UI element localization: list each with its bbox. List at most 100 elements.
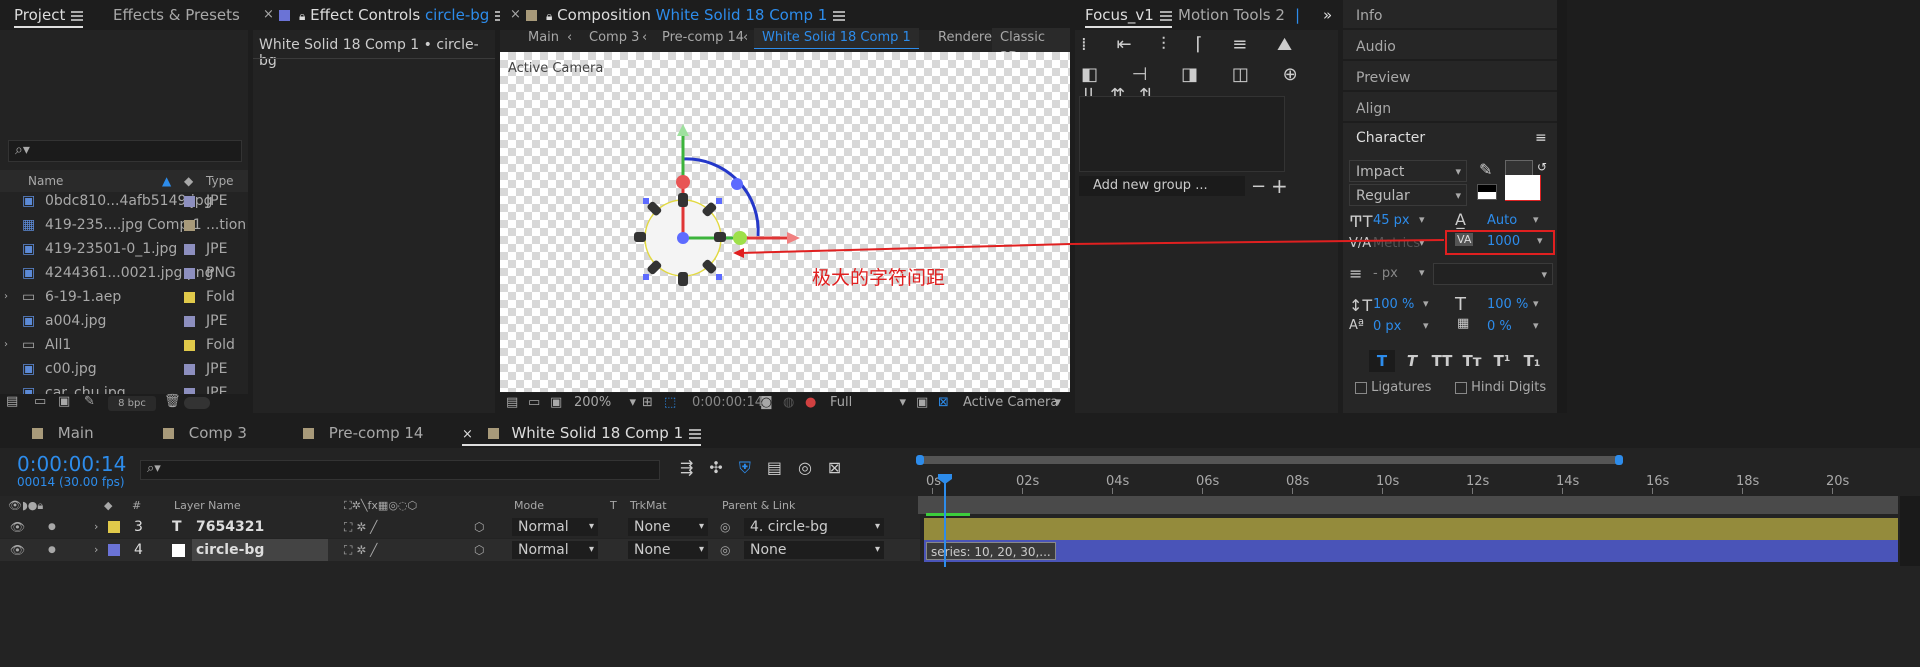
brush-icon[interactable]: ✎ [84, 394, 95, 409]
crumb-precomp14[interactable]: Pre-comp 14 [662, 28, 744, 48]
snapshot-icon[interactable]: ▤ [506, 393, 518, 413]
tab-effect-controls[interactable]: 🔒︎ Effect Controls circle-bg [299, 0, 508, 30]
subscript-button[interactable]: T₁ [1519, 350, 1545, 372]
layer-row[interactable]: 👁︎ ● › 4 circle-bg ⛶ ✲ ╱ ⬡ Normal ▾ None ▾ ◎ None ▾ [0, 539, 920, 561]
character-menu-icon[interactable]: ≡ [1535, 124, 1547, 152]
visibility-icon[interactable]: 👁︎ [10, 516, 25, 538]
dropdown-arrow-icon[interactable]: ▾ [1419, 266, 1425, 279]
col-layer-name[interactable]: Layer Name [174, 496, 241, 516]
leading-value[interactable]: Auto [1487, 213, 1517, 228]
tab-composition[interactable]: 🔒︎ Composition White Solid 18 Comp 1 [546, 0, 846, 30]
label-swatch[interactable] [184, 364, 195, 375]
current-timecode[interactable]: 0:00:00:14 [17, 452, 126, 476]
panel-align[interactable]: Align [1343, 95, 1557, 123]
all-caps-button[interactable]: TT [1429, 350, 1455, 372]
panel-preview[interactable]: Preview [1343, 64, 1557, 92]
trkmat-select[interactable]: None ▾ [628, 541, 708, 559]
crumb-main[interactable]: Main [528, 28, 559, 48]
visibility-icon[interactable]: 👁︎ [10, 539, 25, 561]
baseline-shift-value[interactable]: 0 px [1373, 319, 1401, 334]
label-swatch[interactable] [184, 292, 195, 303]
solo-icon[interactable]: ● [48, 516, 56, 538]
close-icon[interactable]: × [263, 0, 274, 30]
superscript-button[interactable]: T¹ [1489, 350, 1515, 372]
remove-group-button[interactable]: − [1251, 176, 1266, 197]
layer-row[interactable]: 👁︎ ● › 3 T 7654321 ⛶ ✲ ╱ ⬡ Normal ▾ None ▾ ◎ 4. circl… [0, 516, 920, 538]
pickwhip-icon[interactable]: ◎ [720, 539, 730, 561]
col-trkmat[interactable]: TrkMat [630, 496, 667, 516]
folder-icon[interactable]: ▭ [34, 394, 46, 409]
tab-current-comp[interactable]: × White Solid 18 Comp 1 [462, 418, 702, 446]
expand-arrow-icon[interactable]: › [94, 539, 98, 561]
crumb-current[interactable]: White Solid 18 Comp 1 [754, 28, 919, 49]
timeline-right-scrollbar[interactable] [1900, 496, 1920, 566]
channel-icon[interactable]: ◍ [783, 393, 794, 413]
close-icon[interactable]: × [510, 0, 521, 30]
font-family-select[interactable]: Impact [1349, 160, 1467, 183]
color-icon[interactable]: ● [805, 393, 816, 413]
panel-info[interactable]: Info [1343, 2, 1557, 30]
dropdown-arrow-icon[interactable]: ▾ [1533, 319, 1539, 332]
bpc-label[interactable]: 8 bpc [108, 396, 156, 411]
label-swatch[interactable] [184, 196, 195, 207]
menu-icon[interactable] [1159, 10, 1172, 21]
x-arrow-icon[interactable] [787, 232, 800, 244]
col-mode[interactable]: Mode [514, 496, 544, 516]
small-caps-button[interactable]: Tт [1459, 350, 1485, 372]
3d-layer-icon[interactable]: ⬡ [474, 516, 484, 538]
camera-icon[interactable]: ◙ [760, 393, 773, 413]
font-style-select[interactable]: Regular [1349, 184, 1467, 207]
layer-name[interactable]: circle-bg [192, 539, 328, 561]
time-navigator[interactable] [918, 456, 1620, 464]
tab-comp3[interactable]: Comp 3 [163, 418, 247, 448]
parent-select[interactable]: 4. circle-bg ▾ [744, 518, 884, 536]
frame-icon[interactable]: ▣ [550, 393, 562, 413]
new-comp-icon[interactable]: ▣ [58, 394, 70, 409]
col-type[interactable]: Type [206, 170, 234, 192]
zoom-select[interactable]: 200% ▾ [574, 393, 636, 413]
project-item[interactable]: ▣ 4244361...0021.jpg.png PNG [0, 261, 248, 285]
green-handle[interactable] [733, 231, 747, 245]
time-ruler[interactable]: 0s 02s 04s 06s 08s 10s 12s 14s 16s 18s 20s [918, 468, 1908, 494]
hindi-digits-checkbox[interactable]: Hindi Digits [1455, 380, 1546, 395]
menu-icon[interactable] [833, 10, 846, 21]
y-arrow-icon[interactable] [677, 124, 689, 136]
dropdown-arrow-icon[interactable]: ▾ [1533, 297, 1539, 310]
navigator-end-handle[interactable] [1615, 455, 1623, 465]
label-swatch[interactable] [184, 220, 195, 231]
tsume-value[interactable]: 0 % [1487, 319, 1512, 334]
stroke-style-select[interactable] [1433, 263, 1553, 286]
viewer-timecode[interactable]: 0:00:00:14 [692, 393, 763, 413]
layer-name[interactable]: 7654321 [192, 516, 268, 538]
resolution-select[interactable]: Full ▾ [830, 393, 910, 413]
label-swatch[interactable] [184, 268, 195, 279]
panel-audio[interactable]: Audio [1343, 33, 1557, 61]
z-handle[interactable] [676, 175, 690, 189]
menu-icon[interactable] [71, 10, 84, 21]
parent-select[interactable]: None ▾ [744, 541, 884, 559]
layer-search-input[interactable]: ⌕▾ [140, 460, 660, 480]
trash-icon[interactable]: 🗑 [164, 394, 181, 409]
expand-arrow-icon[interactable]: › [4, 285, 8, 309]
work-area-bar[interactable] [918, 496, 1898, 514]
layer-switches[interactable]: ⛶ ✲ ╱ [344, 539, 377, 561]
dropdown-arrow-icon[interactable]: ▾ [1423, 319, 1429, 332]
project-item[interactable]: ▣ 419-23501-0_1.jpg JPE [0, 237, 248, 261]
project-item[interactable]: ▣ c00.jpg JPE [0, 357, 248, 381]
interpret-icon[interactable]: ▤ [6, 394, 18, 409]
stroke-width-value[interactable]: - px [1373, 266, 1398, 281]
sort-icon[interactable]: ▲ [162, 170, 171, 192]
tab-effects-presets[interactable]: Effects & Presets [113, 0, 240, 30]
project-item[interactable]: ▦ 419-235....jpg Comp 1 ...tion [0, 213, 248, 237]
dropdown-arrow-icon[interactable]: ▾ [1419, 213, 1425, 226]
crumb-comp3[interactable]: Comp 3 [589, 28, 639, 48]
dropdown-arrow-icon[interactable]: ▾ [1537, 234, 1543, 247]
region-icon[interactable]: ▣ [916, 393, 928, 413]
camera-select[interactable]: Active Camera ▾ [963, 393, 1065, 413]
mask-icon[interactable]: ⬚ [664, 393, 676, 413]
focus-list[interactable] [1079, 96, 1285, 172]
stroke-color-swatch[interactable] [1505, 175, 1541, 201]
dropdown-arrow-icon[interactable]: ▾ [1419, 236, 1425, 249]
project-item[interactable]: › ▭ All1 Fold [0, 333, 248, 357]
pickwhip-icon[interactable]: ◎ [720, 516, 730, 538]
